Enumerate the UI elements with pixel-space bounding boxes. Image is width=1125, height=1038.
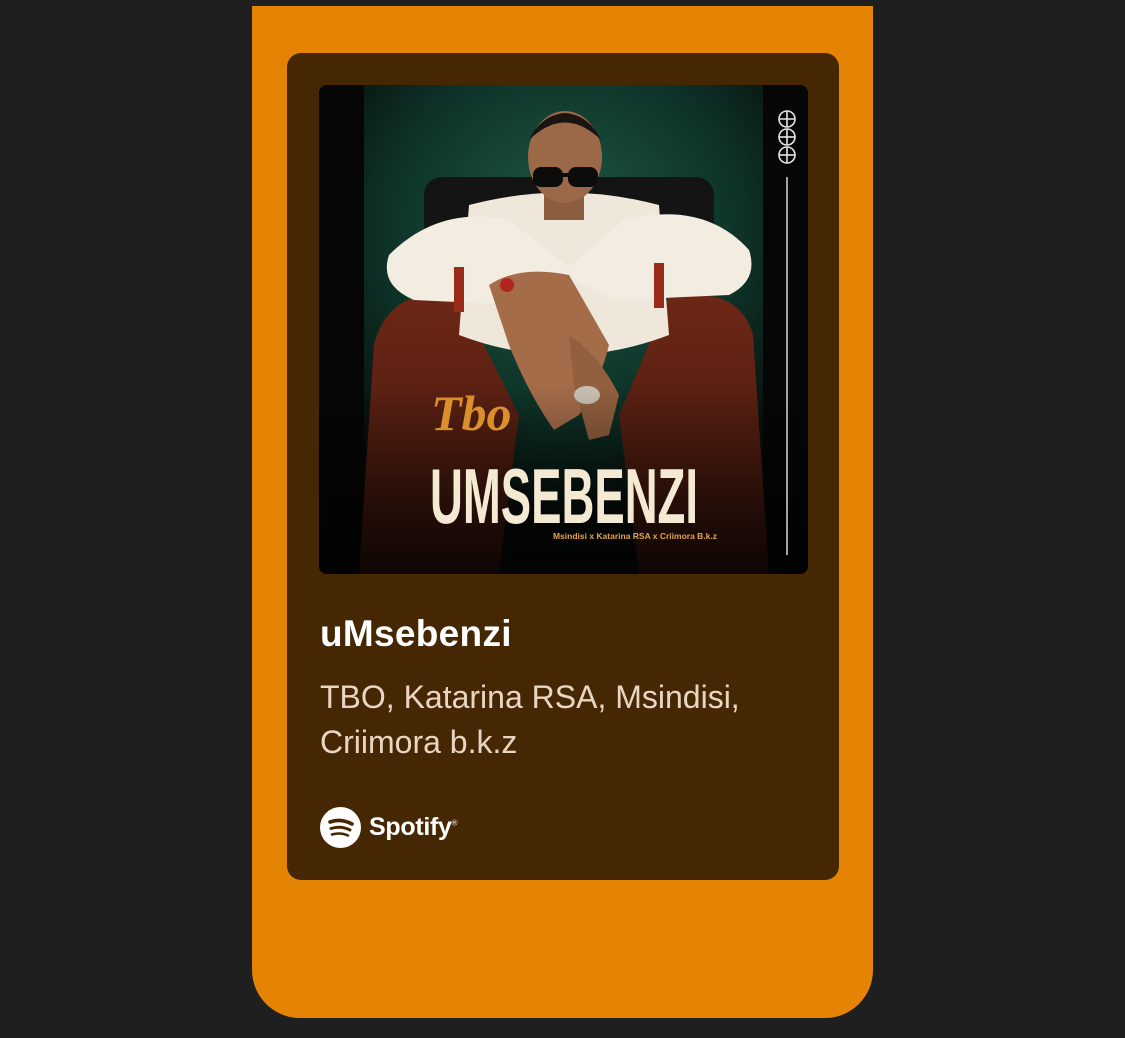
track-share-card[interactable]: Tbo UMSEBENZI Msindisi x Katarina RSA x … [287, 53, 839, 880]
cover-credits: Msindisi x Katarina RSA x Criimora B.k.z [553, 531, 717, 541]
spotify-name: Spotify [369, 813, 452, 841]
spotify-icon [320, 807, 361, 848]
spotify-brand[interactable]: Spotify® [320, 807, 458, 848]
album-cover: Tbo UMSEBENZI Msindisi x Katarina RSA x … [319, 85, 808, 574]
track-title: uMsebenzi [320, 613, 512, 654]
registered-mark: ® [451, 818, 458, 828]
cover-headline: UMSEBENZI [430, 452, 698, 540]
spotify-wordmark: Spotify® [369, 813, 458, 842]
cover-script-word: Tbo [431, 385, 512, 441]
track-artists: TBO, Katarina RSA, Msindisi, Criimora b.… [320, 679, 740, 760]
share-background: Tbo UMSEBENZI Msindisi x Katarina RSA x … [252, 6, 873, 1018]
